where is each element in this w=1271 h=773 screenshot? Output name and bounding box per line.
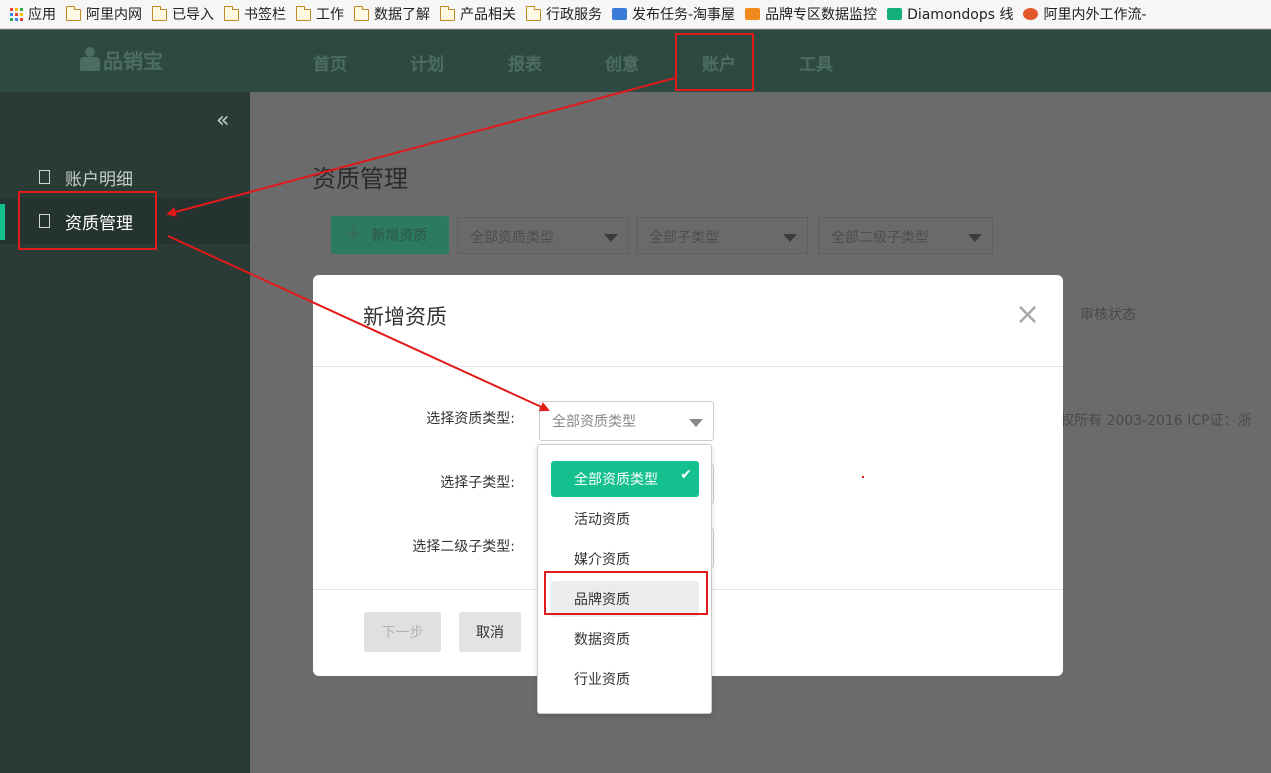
dropdown-option[interactable]: 活动资质 — [551, 501, 699, 537]
option-label: 全部资质类型 — [574, 472, 658, 488]
filter-second-subtype[interactable]: 全部二级子类型 — [818, 217, 993, 254]
folder-icon — [439, 6, 455, 21]
add-qualification-button[interactable]: + 新增资质 — [331, 216, 449, 254]
bookmark-label: 已导入 — [172, 7, 214, 23]
nav-plan[interactable]: 计划 — [410, 50, 444, 75]
select-value: 全部资质类型 — [552, 414, 636, 430]
filter-label: 全部资质类型 — [470, 230, 554, 246]
nav-report[interactable]: 报表 — [508, 50, 542, 75]
bookmarks-bar: 应用 阿里内网 已导入 书签栏 工作 数据了解 产品相关 行政服务 发布任务-淘… — [0, 0, 1271, 29]
bookmark-label: 阿里内外工作流- — [1043, 7, 1147, 23]
filter-label: 全部二级子类型 — [831, 230, 929, 246]
cancel-button[interactable]: 取消 — [459, 612, 521, 652]
filter-label: 全部子类型 — [649, 230, 719, 246]
caret-down-icon — [968, 234, 982, 242]
footer-copyright: 权所有 2003-2016 ICP证：浙 — [1060, 413, 1252, 429]
bookmark-label: 阿里内网 — [86, 7, 142, 23]
bookmark-folder[interactable]: 已导入 — [148, 0, 220, 28]
modal-title: 新增资质 — [363, 305, 447, 329]
page-title: 资质管理 — [312, 165, 408, 193]
annotation-box-account — [675, 33, 754, 91]
second-subtype-label: 选择二级子类型: — [412, 539, 515, 555]
annotation-box-brand-option — [544, 571, 708, 615]
option-label: 活动资质 — [574, 512, 630, 528]
top-nav: 品销宝 首页 计划 报表 创意 账户 工具 — [0, 30, 1271, 92]
site-icon — [745, 8, 761, 20]
subtype-label: 选择子类型: — [440, 475, 515, 491]
caret-down-icon — [604, 234, 618, 242]
logo[interactable]: 品销宝 — [80, 44, 163, 74]
folder-icon — [353, 6, 369, 21]
option-label: 媒介资质 — [574, 552, 630, 568]
plus-icon: + — [345, 222, 364, 247]
bookmark-label: 品牌专区数据监控 — [765, 7, 878, 23]
bookmark-folder[interactable]: 行政服务 — [522, 0, 608, 28]
folder-icon — [525, 6, 541, 21]
bookmark-site[interactable]: 发布任务-淘事屋 — [608, 0, 741, 28]
dropdown-option[interactable]: 行业资质 — [551, 661, 699, 697]
apps-grid-icon — [10, 7, 23, 21]
star-site-icon — [1023, 8, 1039, 20]
house-icon — [612, 8, 627, 20]
bookmark-folder[interactable]: 工作 — [292, 0, 350, 28]
folder-icon — [295, 6, 311, 21]
nav-creative[interactable]: 创意 — [605, 50, 639, 75]
option-label: 数据资质 — [574, 632, 630, 648]
next-step-button[interactable]: 下一步 — [364, 612, 441, 652]
modal-header: 新增资质 × — [313, 275, 1063, 367]
folder-icon — [151, 6, 167, 21]
qualification-type-label: 选择资质类型: — [426, 411, 515, 427]
diamond-site-icon — [887, 8, 903, 20]
filter-subtype[interactable]: 全部子类型 — [636, 217, 808, 254]
double-chevron-left-icon[interactable]: « — [216, 110, 229, 132]
option-label: 行业资质 — [574, 672, 630, 688]
logo-text: 品销宝 — [103, 48, 163, 73]
annotation-box-qualification — [18, 191, 157, 250]
check-icon: ✔ — [680, 467, 692, 483]
bookmark-folder[interactable]: 书签栏 — [220, 0, 292, 28]
bookmark-folder[interactable]: 阿里内网 — [62, 0, 148, 28]
bookmark-folder[interactable]: 产品相关 — [436, 0, 522, 28]
filter-qualification-type[interactable]: 全部资质类型 — [457, 217, 629, 254]
nav-tools[interactable]: 工具 — [799, 50, 833, 75]
bookmark-label: 行政服务 — [546, 7, 602, 23]
close-icon[interactable]: × — [1015, 300, 1040, 330]
bookmark-site[interactable]: Diamondops 线 — [883, 0, 1019, 28]
nav-home[interactable]: 首页 — [313, 50, 347, 75]
bookmark-label: 发布任务-淘事屋 — [632, 7, 736, 23]
dropdown-option[interactable]: 全部资质类型 ✔ — [551, 461, 699, 497]
add-button-label: 新增资质 — [371, 228, 428, 244]
folder-icon — [223, 6, 239, 21]
bookmark-label: 工作 — [316, 7, 344, 23]
bookmark-label: 应用 — [28, 7, 56, 23]
sidebar-item-label: 账户明细 — [65, 169, 133, 190]
bookmark-label: 数据了解 — [374, 7, 430, 23]
square-icon — [39, 170, 50, 184]
stray-dot — [862, 476, 864, 478]
bookmark-label: Diamondops 线 — [907, 7, 1014, 23]
bookmark-label: 产品相关 — [460, 7, 516, 23]
bookmark-folder[interactable]: 数据了解 — [350, 0, 436, 28]
bookmark-apps[interactable]: 应用 — [6, 0, 62, 28]
bookmark-site[interactable]: 阿里内外工作流- — [1019, 0, 1152, 28]
caret-down-icon — [689, 419, 703, 427]
bookmark-site[interactable]: 品牌专区数据监控 — [741, 0, 883, 28]
caret-down-icon — [783, 234, 797, 242]
qualification-type-select[interactable]: 全部资质类型 — [539, 401, 714, 441]
dropdown-option[interactable]: 数据资质 — [551, 621, 699, 657]
table-header-status: 审核状态 — [1080, 307, 1136, 323]
bookmark-label: 书签栏 — [244, 7, 286, 23]
folder-icon — [65, 6, 81, 21]
logo-person-icon — [80, 47, 100, 71]
